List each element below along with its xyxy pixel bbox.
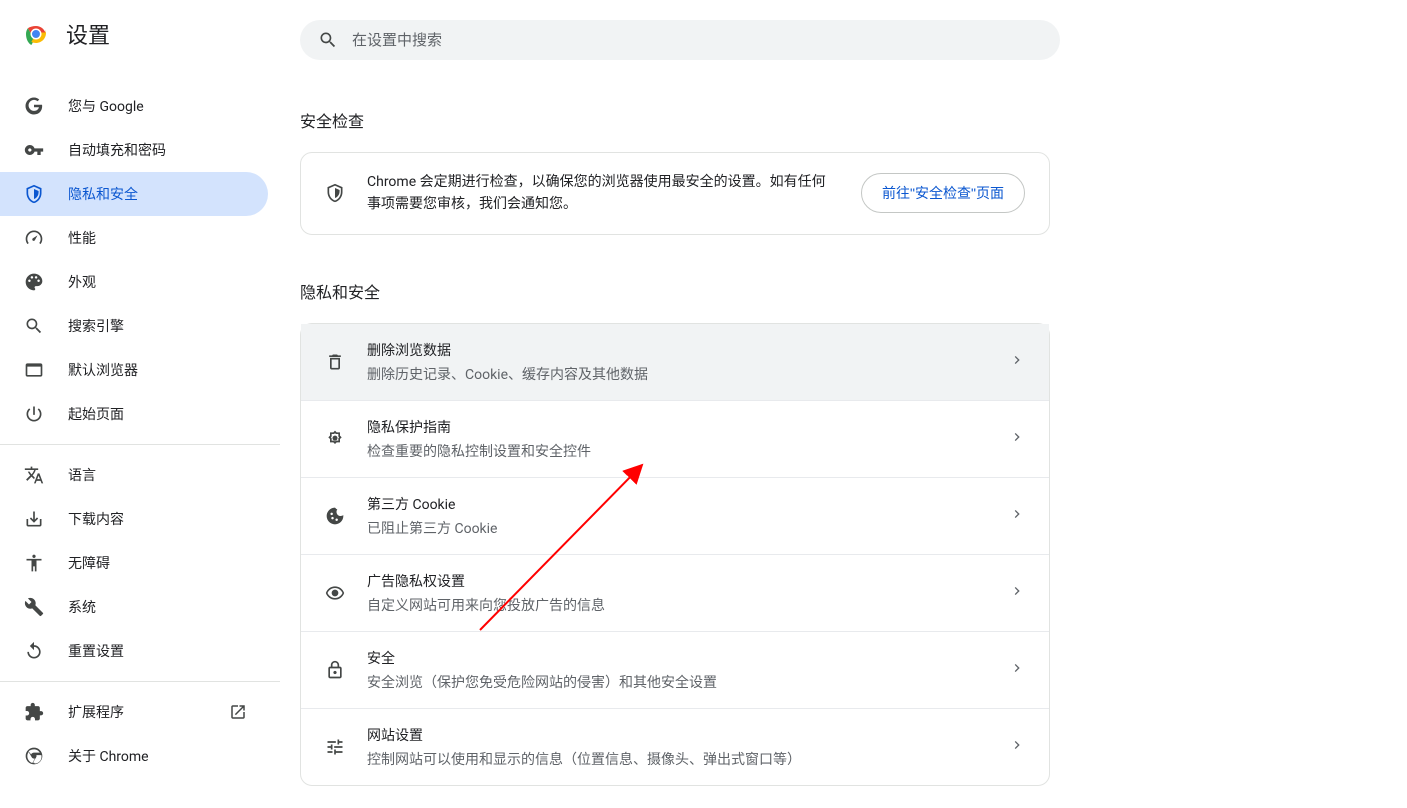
row-third-party-cookies[interactable]: 第三方 Cookie 已阻止第三方 Cookie: [301, 477, 1049, 554]
sidebar-item-label: 下载内容: [68, 509, 124, 529]
chrome-logo-icon: [24, 22, 48, 46]
search-icon: [318, 30, 338, 50]
sidebar-item-label: 系统: [68, 597, 96, 617]
row-privacy-guide[interactable]: 隐私保护指南 检查重要的隐私控制设置和安全控件: [301, 400, 1049, 477]
sidebar-item-label: 关于 Chrome: [68, 746, 149, 766]
sidebar-item-label: 起始页面: [68, 404, 124, 424]
sidebar-item-default-browser[interactable]: 默认浏览器: [0, 348, 268, 392]
safety-check-description: Chrome 会定期进行检查，以确保您的浏览器使用最安全的设置。如有任何事项需要…: [367, 171, 839, 216]
sidebar-item-label: 隐私和安全: [68, 184, 138, 204]
trash-icon: [325, 352, 345, 372]
sidebar-item-extensions[interactable]: 扩展程序: [0, 690, 268, 734]
row-ad-privacy[interactable]: 广告隐私权设置 自定义网站可用来向您投放广告的信息: [301, 554, 1049, 631]
sidebar-item-label: 无障碍: [68, 553, 110, 573]
sidebar-item-appearance[interactable]: 外观: [0, 260, 268, 304]
guide-icon: [325, 429, 345, 449]
go-to-safety-check-button[interactable]: 前往"安全检查"页面: [861, 173, 1025, 213]
sidebar-item-reset[interactable]: 重置设置: [0, 629, 268, 673]
row-subtitle: 自定义网站可用来向您投放广告的信息: [367, 595, 987, 615]
sidebar-item-performance[interactable]: 性能: [0, 216, 268, 260]
download-icon: [24, 509, 44, 529]
sidebar-item-label: 性能: [68, 228, 96, 248]
safety-check-card: Chrome 会定期进行检查，以确保您的浏览器使用最安全的设置。如有任何事项需要…: [300, 152, 1050, 235]
speedometer-icon: [24, 228, 44, 248]
reset-icon: [24, 641, 44, 661]
search-bar[interactable]: [300, 20, 1060, 60]
safety-check-title: 安全检查: [300, 108, 1050, 132]
row-site-settings[interactable]: 网站设置 控制网站可以使用和显示的信息（位置信息、摄像头、弹出式窗口等）: [301, 708, 1049, 785]
row-security[interactable]: 安全 安全浏览（保护您免受危险网站的侵害）和其他安全设置: [301, 631, 1049, 708]
sidebar-nav: 您与 Google 自动填充和密码 隐私和安全 性能: [0, 70, 280, 778]
row-subtitle: 安全浏览（保护您免受危险网站的侵害）和其他安全设置: [367, 672, 987, 692]
sidebar-item-label: 语言: [68, 465, 96, 485]
sliders-icon: [325, 737, 345, 757]
google-g-icon: [24, 96, 44, 116]
sidebar-item-about[interactable]: 关于 Chrome: [0, 734, 268, 778]
sidebar-header: 设置: [0, 18, 280, 70]
browser-icon: [24, 360, 44, 380]
sidebar-item-languages[interactable]: 语言: [0, 453, 268, 497]
sidebar-item-accessibility[interactable]: 无障碍: [0, 541, 268, 585]
sidebar-item-label: 扩展程序: [68, 702, 124, 722]
palette-icon: [24, 272, 44, 292]
row-clear-browsing-data[interactable]: 删除浏览数据 删除历史记录、Cookie、缓存内容及其他数据: [301, 324, 1049, 400]
row-subtitle: 控制网站可以使用和显示的信息（位置信息、摄像头、弹出式窗口等）: [367, 749, 987, 769]
privacy-section-title: 隐私和安全: [300, 279, 1050, 303]
row-title: 网站设置: [367, 725, 987, 745]
sidebar-item-label: 自动填充和密码: [68, 140, 166, 160]
sidebar-item-downloads[interactable]: 下载内容: [0, 497, 268, 541]
sidebar-divider: [0, 444, 280, 445]
sidebar-item-label: 您与 Google: [68, 96, 144, 116]
row-title: 广告隐私权设置: [367, 571, 987, 591]
shield-icon: [24, 184, 44, 204]
wrench-icon: [24, 597, 44, 617]
row-subtitle: 已阻止第三方 Cookie: [367, 518, 987, 538]
sidebar-item-label: 默认浏览器: [68, 360, 138, 380]
lock-icon: [325, 660, 345, 680]
shield-verified-icon: [325, 183, 345, 203]
sidebar-item-autofill[interactable]: 自动填充和密码: [0, 128, 268, 172]
main-content: 安全检查 Chrome 会定期进行检查，以确保您的浏览器使用最安全的设置。如有任…: [280, 0, 1407, 808]
search-icon: [24, 316, 44, 336]
row-title: 隐私保护指南: [367, 417, 987, 437]
sidebar-item-privacy[interactable]: 隐私和安全: [0, 172, 268, 216]
sidebar-item-label: 外观: [68, 272, 96, 292]
ad-privacy-icon: [325, 583, 345, 603]
sidebar-item-search-engine[interactable]: 搜索引擎: [0, 304, 268, 348]
chrome-outline-icon: [24, 746, 44, 766]
cookie-icon: [325, 506, 345, 526]
row-subtitle: 检查重要的隐私控制设置和安全控件: [367, 441, 987, 461]
chevron-right-icon: [1009, 352, 1025, 372]
chevron-right-icon: [1009, 583, 1025, 603]
privacy-settings-list: 删除浏览数据 删除历史记录、Cookie、缓存内容及其他数据 隐私保护指南 检查…: [300, 323, 1050, 786]
sidebar-item-label: 重置设置: [68, 641, 124, 661]
sidebar-divider: [0, 681, 280, 682]
chevron-right-icon: [1009, 737, 1025, 757]
translate-icon: [24, 465, 44, 485]
sidebar-item-you-and-google[interactable]: 您与 Google: [0, 84, 268, 128]
row-subtitle: 删除历史记录、Cookie、缓存内容及其他数据: [367, 364, 987, 384]
accessibility-icon: [24, 553, 44, 573]
search-input[interactable]: [352, 32, 1042, 49]
key-icon: [24, 140, 44, 160]
chevron-right-icon: [1009, 429, 1025, 449]
sidebar-title: 设置: [66, 18, 110, 50]
row-title: 第三方 Cookie: [367, 494, 987, 514]
power-icon: [24, 404, 44, 424]
open-external-icon: [228, 702, 248, 722]
row-title: 安全: [367, 648, 987, 668]
row-title: 删除浏览数据: [367, 340, 987, 360]
chevron-right-icon: [1009, 506, 1025, 526]
sidebar-item-label: 搜索引擎: [68, 316, 124, 336]
chevron-right-icon: [1009, 660, 1025, 680]
extension-icon: [24, 702, 44, 722]
sidebar-item-system[interactable]: 系统: [0, 585, 268, 629]
sidebar-item-startup[interactable]: 起始页面: [0, 392, 268, 436]
sidebar: 设置 您与 Google 自动填充和密码 隐私和安全: [0, 0, 280, 808]
